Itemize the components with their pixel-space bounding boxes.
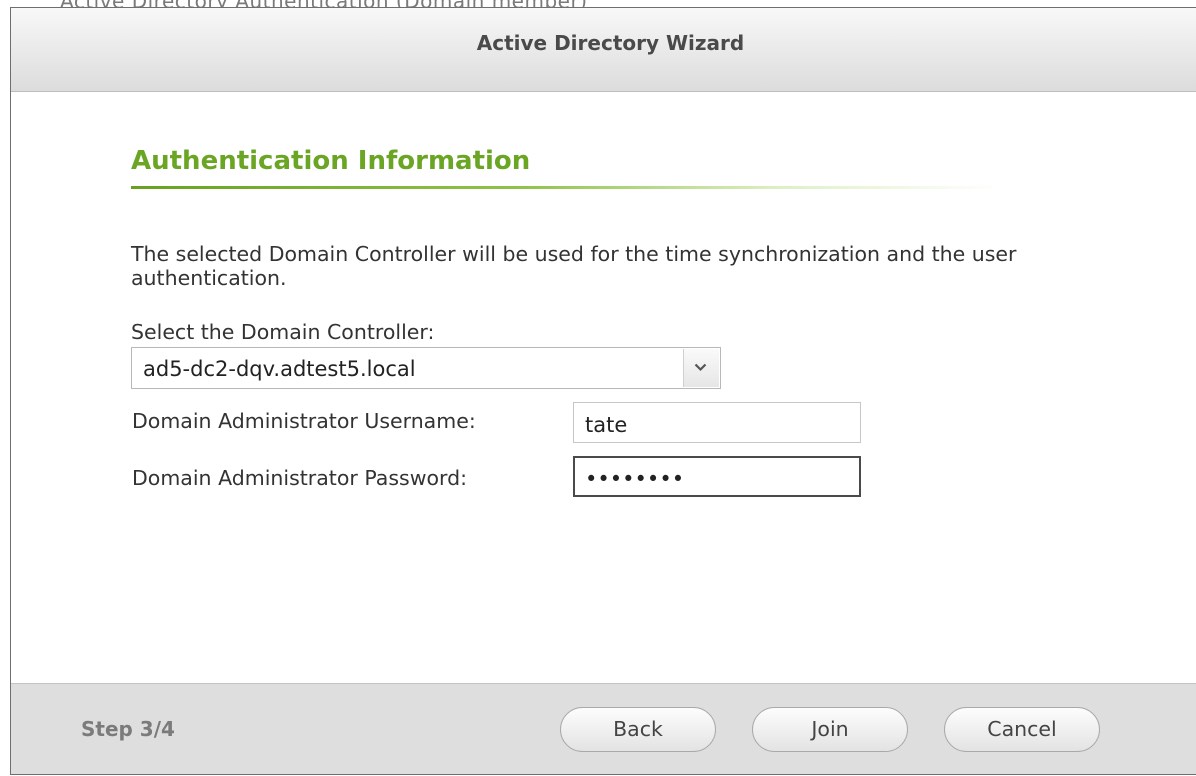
dialog-titlebar[interactable]: Active Directory Wizard [11, 8, 1196, 92]
password-label: Domain Administrator Password: [132, 466, 467, 490]
dropdown-toggle[interactable] [683, 349, 719, 387]
chevron-down-icon [694, 363, 707, 372]
section-title: Authentication Information [131, 146, 531, 176]
domain-controller-label: Select the Domain Controller: [131, 320, 435, 344]
username-label: Domain Administrator Username: [132, 409, 476, 433]
dialog-footer: Step 3/4 Back Join Cancel [11, 683, 1196, 774]
password-input[interactable] [573, 456, 861, 497]
wizard-dialog: Active Directory Wizard Authentication I… [10, 7, 1196, 775]
join-button[interactable]: Join [752, 707, 908, 752]
description-text: The selected Domain Controller will be u… [131, 242, 1017, 290]
back-button[interactable]: Back [560, 707, 716, 752]
domain-controller-select[interactable]: ad5-dc2-dqv.adtest5.local [131, 347, 721, 389]
dialog-title: Active Directory Wizard [476, 31, 745, 55]
username-input[interactable] [573, 402, 861, 443]
step-indicator: Step 3/4 [81, 717, 175, 741]
section-divider [131, 186, 1001, 189]
domain-controller-selected-value: ad5-dc2-dqv.adtest5.local [143, 357, 416, 381]
cancel-button[interactable]: Cancel [944, 707, 1100, 752]
